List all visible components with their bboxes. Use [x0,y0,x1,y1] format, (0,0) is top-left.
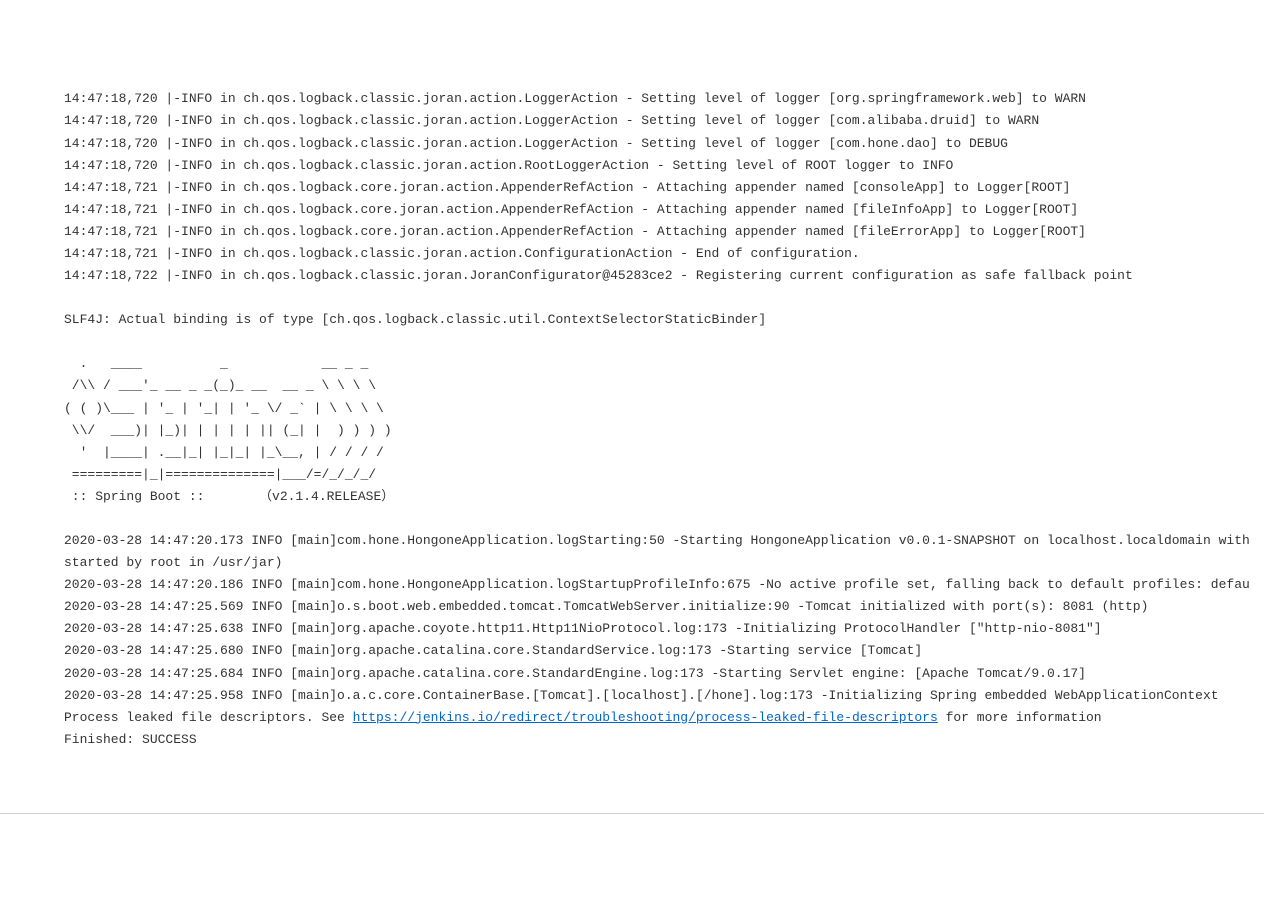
log-line: 14:47:18,720 |-INFO in ch.qos.logback.cl… [64,88,1264,110]
log-line: 14:47:18,722 |-INFO in ch.qos.logback.cl… [64,265,1264,287]
log-line: 2020-03-28 14:47:25.638 INFO [main]org.a… [64,618,1264,640]
spring-boot-banner: . ____ _ __ _ _ /\\ / ___'_ __ _ _(_)_ _… [64,353,1264,508]
log-line: 14:47:18,721 |-INFO in ch.qos.logback.co… [64,199,1264,221]
log-line: 14:47:18,721 |-INFO in ch.qos.logback.co… [64,177,1264,199]
leak-prefix: Process leaked file descriptors. See [64,710,353,725]
log-line: 2020-03-28 14:47:25.680 INFO [main]org.a… [64,640,1264,662]
log-line: 2020-03-28 14:47:20.173 INFO [main]com.h… [64,530,1264,552]
log-line: 14:47:18,721 |-INFO in ch.qos.logback.cl… [64,243,1264,265]
footer-divider [0,813,1264,814]
console-output: 14:47:18,720 |-INFO in ch.qos.logback.cl… [0,88,1264,751]
leak-descriptors-link[interactable]: https://jenkins.io/redirect/troubleshoot… [353,710,938,725]
log-line: 14:47:18,720 |-INFO in ch.qos.logback.cl… [64,110,1264,132]
log-line: 14:47:18,720 |-INFO in ch.qos.logback.cl… [64,133,1264,155]
log-line: 2020-03-28 14:47:25.684 INFO [main]org.a… [64,663,1264,685]
log-line: 2020-03-28 14:47:25.569 INFO [main]o.s.b… [64,596,1264,618]
slf4j-binding-line: SLF4J: Actual binding is of type [ch.qos… [64,309,1264,331]
build-finished-status: Finished: SUCCESS [64,729,1264,751]
leak-suffix: for more information [938,710,1102,725]
log-line: 14:47:18,721 |-INFO in ch.qos.logback.co… [64,221,1264,243]
log-line: started by root in /usr/jar) [64,552,1264,574]
leak-warning-line: Process leaked file descriptors. See htt… [64,707,1264,729]
log-line: 2020-03-28 14:47:20.186 INFO [main]com.h… [64,574,1264,596]
log-line: 14:47:18,720 |-INFO in ch.qos.logback.cl… [64,155,1264,177]
log-line: 2020-03-28 14:47:25.958 INFO [main]o.a.c… [64,685,1264,707]
